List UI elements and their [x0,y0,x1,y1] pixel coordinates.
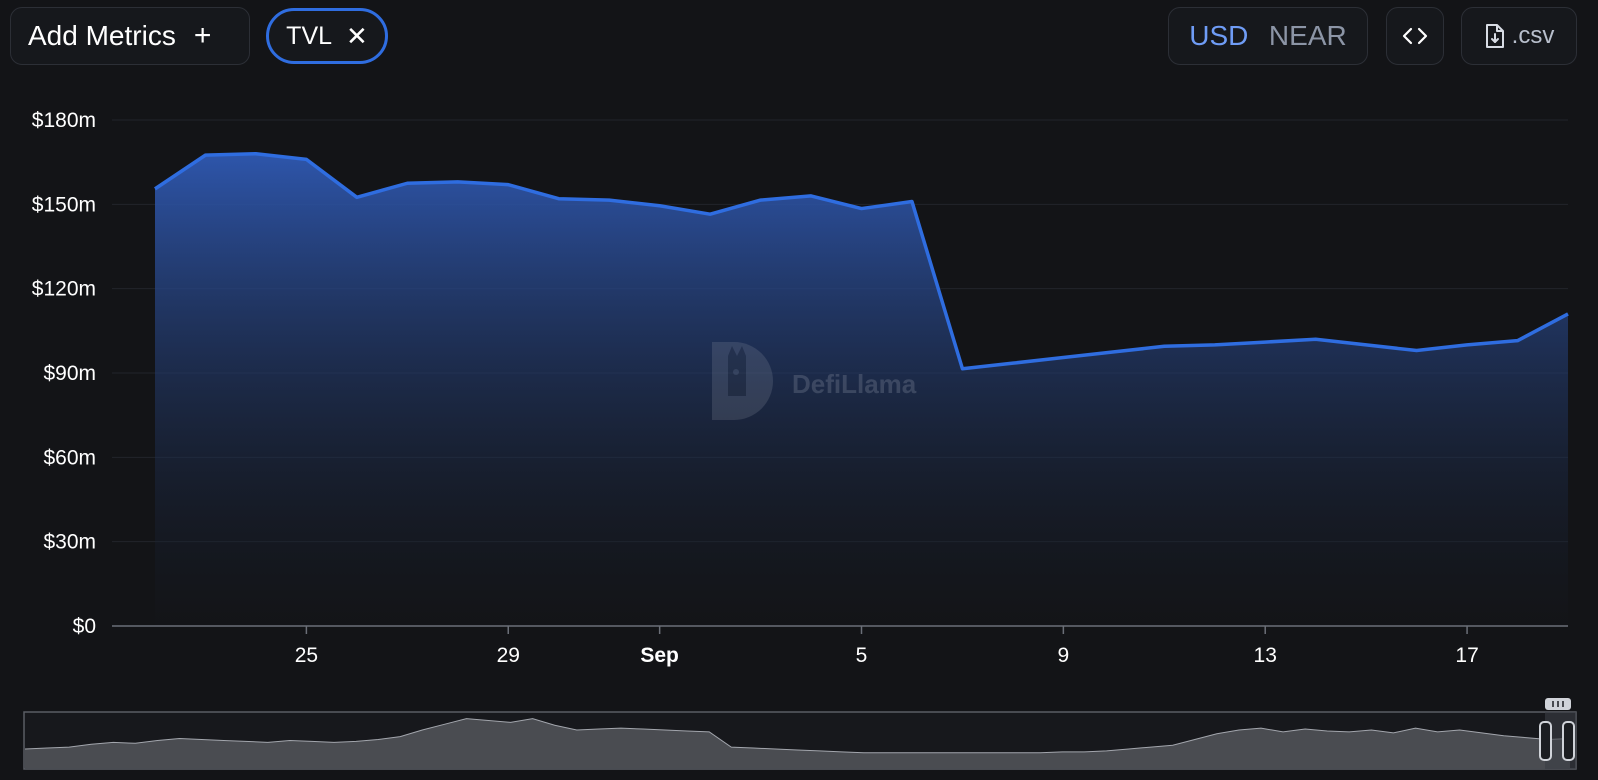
x-tick-label: 5 [856,644,868,667]
x-tick-label: 29 [497,644,520,667]
watermark-text: DefiLlama [792,369,917,399]
brush-handle-left[interactable] [1539,721,1552,761]
brush-handle-right[interactable] [1562,721,1575,761]
y-tick-label: $180m [32,109,96,132]
x-tick-label: 25 [295,644,318,667]
tvl-chart: $0$30m$60m$90m$120m$150m$180m DefiLlama … [23,109,1577,770]
y-tick-label: $0 [73,615,96,638]
x-tick-label: Sep [640,644,679,667]
y-axis: $0 $30m $60m $90m $120m $150m $180m [32,109,96,638]
x-tick-label: 17 [1455,644,1478,667]
x-tick-label: 13 [1254,644,1277,667]
brush-drag-grip-icon[interactable] [1545,698,1571,710]
y-tick-label: $30m [43,531,96,554]
brush-slider[interactable] [23,698,1577,770]
y-tick-label: $150m [32,193,96,216]
y-tick-label: $90m [43,362,96,385]
x-axis: 25 29 Sep 5 9 13 17 [112,625,1568,667]
y-tick-label: $60m [43,446,96,469]
y-tick-label: $120m [32,278,96,301]
x-tick-label: 9 [1058,644,1070,667]
